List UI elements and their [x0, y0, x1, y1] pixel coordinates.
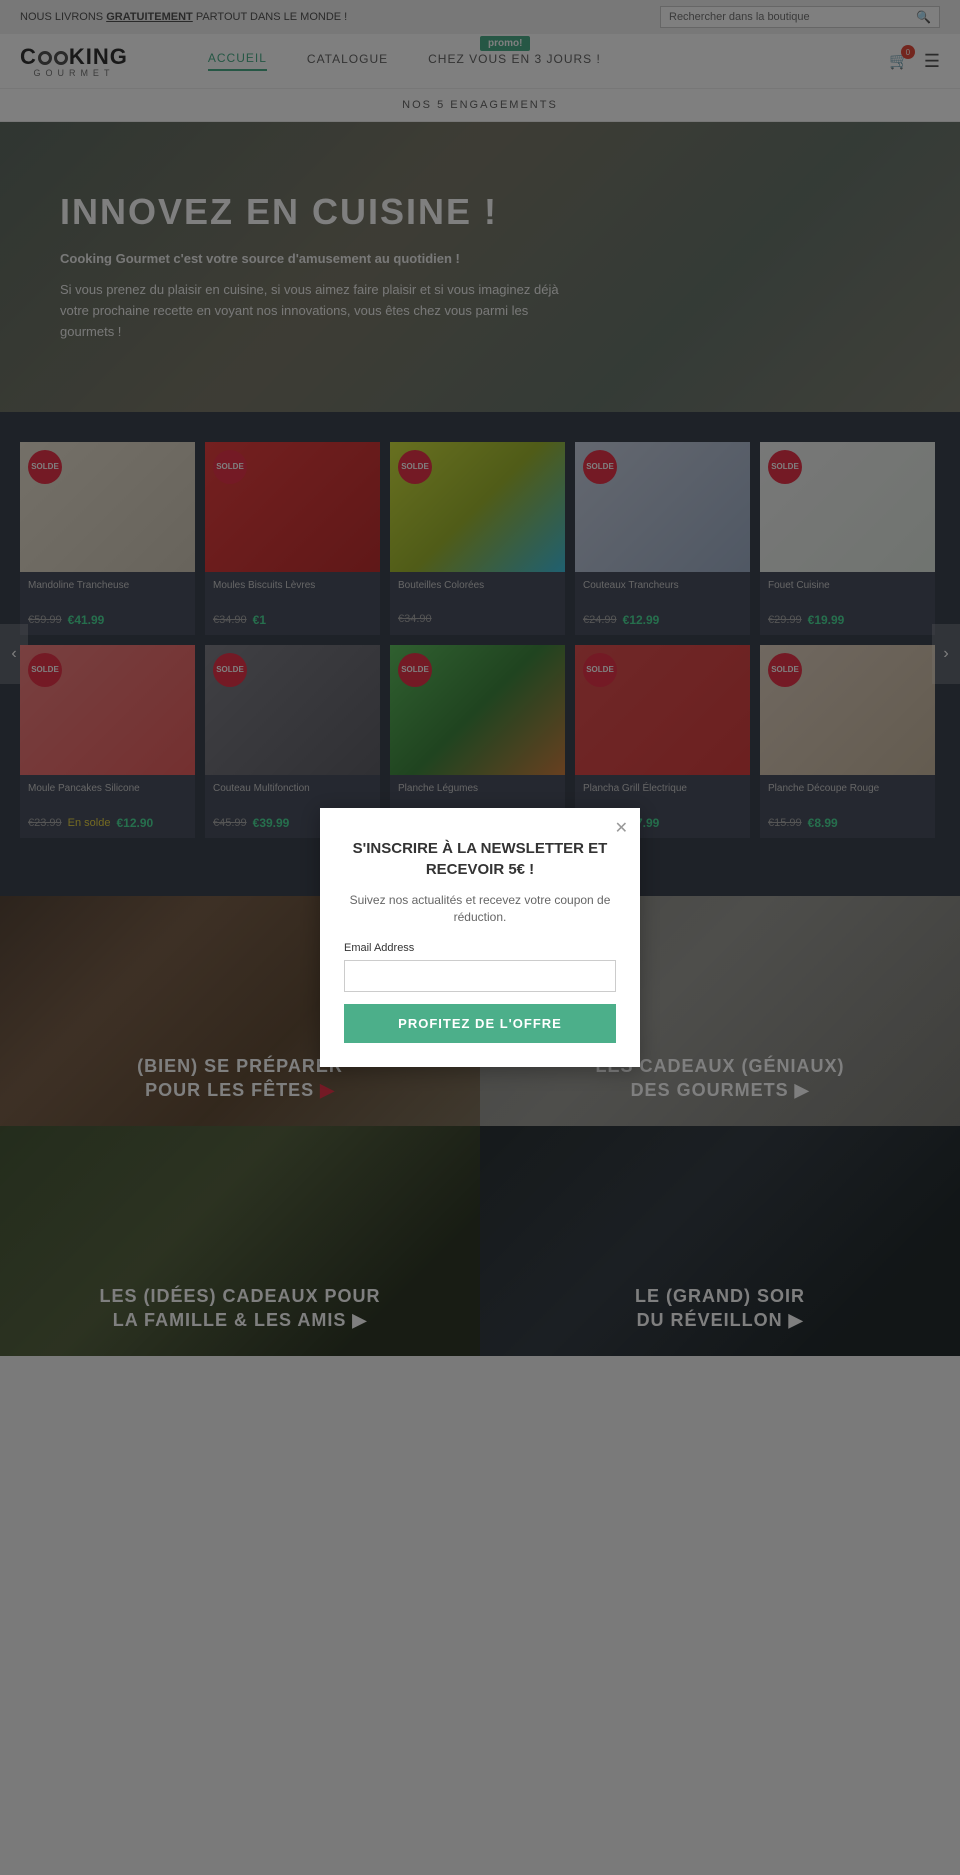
email-field[interactable] [344, 960, 616, 992]
popup-title: S'INSCRIRE À LA NEWSLETTER ET RECEVOIR 5… [344, 838, 616, 880]
popup-description: Suivez nos actualités et recevez votre c… [344, 892, 616, 926]
newsletter-popup: ✕ S'INSCRIRE À LA NEWSLETTER ET RECEVOIR… [320, 808, 640, 1067]
newsletter-overlay[interactable]: ✕ S'INSCRIRE À LA NEWSLETTER ET RECEVOIR… [0, 0, 960, 1875]
popup-submit-button[interactable]: Profitez de l'offre [344, 1004, 616, 1043]
email-label: Email Address [344, 942, 616, 954]
popup-close-button[interactable]: ✕ [615, 818, 628, 838]
